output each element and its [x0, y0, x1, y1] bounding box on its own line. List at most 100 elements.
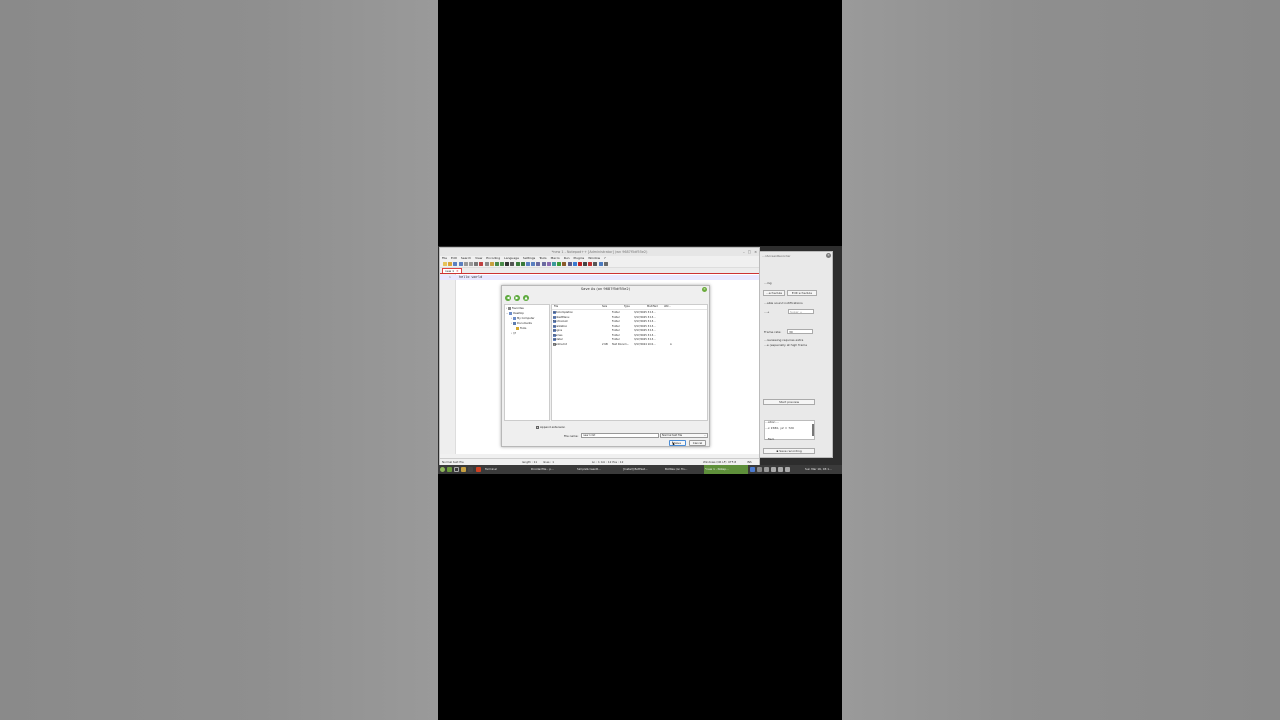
app-launcher-icon[interactable]	[476, 467, 481, 472]
taskbar-item-terminal[interactable]: Terminal	[484, 465, 528, 474]
monitoring-icon[interactable]	[572, 262, 577, 266]
indent-guide-icon[interactable]	[546, 262, 551, 266]
menu-help[interactable]: ?	[604, 256, 606, 261]
start-menu-icon[interactable]	[440, 467, 445, 472]
tree-item-desktop[interactable]: ⌄ Desktop	[506, 312, 524, 315]
cut-icon[interactable]	[479, 262, 484, 266]
tab-close-icon[interactable]: ✕	[456, 269, 459, 273]
minimize-icon[interactable]: –	[743, 250, 745, 254]
run-macro-multiple-icon[interactable]	[593, 262, 598, 266]
save-recording-button[interactable]: ▪ Save recording	[763, 448, 815, 454]
menu-encoding[interactable]: Encoding	[486, 256, 500, 261]
column-size[interactable]: Size	[602, 305, 607, 310]
close-all-icon[interactable]	[468, 262, 473, 266]
copy-icon[interactable]	[484, 262, 489, 266]
notifications-icon[interactable]	[785, 467, 790, 472]
replace-icon[interactable]	[510, 262, 515, 266]
menu-language[interactable]: Language	[504, 256, 519, 261]
launcher-icon[interactable]	[468, 467, 473, 472]
language-icon[interactable]	[551, 262, 556, 266]
print-icon[interactable]	[474, 262, 479, 266]
taskbar-item-droidarifile[interactable]: Droidarifile - p...	[530, 465, 574, 474]
column-modified[interactable]: Modified	[647, 305, 658, 310]
save-all-icon[interactable]	[458, 262, 463, 266]
menu-plugins[interactable]: Plugins	[573, 256, 584, 261]
menu-window[interactable]: Window	[588, 256, 600, 261]
checkmark-icon[interactable]: ✓	[536, 425, 539, 429]
tree-item-documents[interactable]: › Documents	[511, 322, 532, 325]
column-type[interactable]: Type	[624, 305, 630, 310]
expand-arrow-icon[interactable]: ›	[511, 317, 512, 320]
forward-arrow-icon[interactable]: ▶	[514, 295, 520, 301]
show-desktop-icon[interactable]	[447, 467, 452, 472]
chevron-down-icon[interactable]: ⌄	[704, 434, 707, 437]
volume-icon[interactable]	[778, 467, 783, 472]
tab-new-1[interactable]: new 1 ✕	[442, 268, 462, 273]
up-arrow-icon[interactable]: ▲	[523, 295, 529, 301]
terminal-launcher-icon[interactable]	[454, 467, 459, 472]
sound-notifications-checkbox[interactable]: ...able sound notifications	[764, 301, 803, 305]
edit-schedule-button[interactable]: Edit schedule	[787, 290, 817, 296]
menu-macro[interactable]: Macro	[551, 256, 560, 261]
undo-icon[interactable]	[494, 262, 499, 266]
file-type-select[interactable]: Normal text file ⌄	[660, 433, 708, 438]
expand-arrow-icon[interactable]: ›	[511, 332, 512, 335]
save-macro-icon[interactable]	[598, 262, 603, 266]
frame-rate-input[interactable]: 30	[787, 329, 813, 334]
column-file[interactable]: File	[554, 305, 558, 310]
expand-arrow-icon[interactable]: ›	[506, 307, 507, 310]
menu-file[interactable]: File	[442, 256, 447, 261]
sync-vertical-icon[interactable]	[526, 262, 530, 266]
file-row[interactable]: readme.txt 2 KB Text Docum... 3/17/2024 10:…	[552, 342, 707, 348]
back-arrow-icon[interactable]: ◀	[505, 295, 511, 301]
menu-view[interactable]: View	[475, 256, 482, 261]
word-wrap-icon[interactable]	[536, 262, 541, 266]
zoom-out-icon[interactable]	[520, 262, 525, 266]
files-launcher-icon[interactable]	[461, 467, 466, 472]
sync-horizontal-icon[interactable]	[531, 262, 536, 266]
menu-edit[interactable]: Edit	[451, 256, 457, 261]
function-list-icon[interactable]	[562, 262, 567, 266]
play-macro-icon[interactable]	[588, 262, 593, 266]
folder-workspace-icon[interactable]	[567, 262, 572, 266]
taskbar-item-install-bottset[interactable]: [Install] BottSet...	[622, 465, 666, 474]
hotkey-key-select[interactable]: Super +	[788, 309, 814, 314]
append-extension-checkbox[interactable]: ✓ Append extension	[536, 425, 565, 429]
menu-tools[interactable]: Tools	[539, 256, 546, 261]
tree-item-network[interactable]: › \\?	[511, 332, 516, 335]
menu-search[interactable]: Search	[461, 256, 471, 261]
menu-settings[interactable]: Settings	[523, 256, 535, 261]
zoom-in-icon[interactable]	[515, 262, 520, 266]
collapse-arrow-icon[interactable]: ⌄	[506, 312, 508, 315]
record-macro-icon[interactable]	[577, 262, 582, 266]
log-scrollbar[interactable]	[812, 424, 814, 436]
open-file-icon[interactable]	[448, 262, 453, 266]
shield-icon[interactable]	[764, 467, 769, 472]
save-icon[interactable]	[453, 262, 458, 266]
taskbar-item-notepadpp[interactable]: *new 1 - Notep...	[704, 465, 748, 474]
doc-map-icon[interactable]	[557, 262, 562, 266]
paste-icon[interactable]	[489, 262, 494, 266]
close-file-icon[interactable]	[463, 262, 468, 266]
column-attributes[interactable]: Attr...	[664, 305, 671, 310]
schedule-button[interactable]: ...schedule	[763, 290, 785, 296]
tree-item-tools[interactable]: Tools	[516, 327, 526, 330]
maximize-icon[interactable]: □	[748, 250, 751, 254]
show-all-chars-icon[interactable]	[541, 262, 546, 266]
close-icon[interactable]: ×	[754, 250, 757, 254]
editor-text[interactable]: hello world	[459, 275, 482, 279]
tree-item-favorites[interactable]: › Favorites	[506, 307, 524, 310]
spell-check-icon[interactable]	[603, 262, 608, 266]
redo-icon[interactable]	[500, 262, 505, 266]
taskbar-item-simplescreenrecorder[interactable]: SimpleScreenR...	[576, 465, 620, 474]
hotkey-modifier[interactable]: ...+	[764, 310, 769, 314]
taskbar-clock[interactable]: Sun Mar 16, 03:1...	[804, 465, 842, 474]
menu-run[interactable]: Run	[564, 256, 570, 261]
bluetooth-icon[interactable]	[750, 467, 755, 472]
network-icon[interactable]	[771, 467, 776, 472]
new-file-icon[interactable]	[443, 262, 447, 266]
start-preview-button[interactable]: Start preview	[763, 399, 815, 405]
keyboard-layout-icon[interactable]	[757, 467, 762, 472]
stop-macro-icon[interactable]	[583, 262, 588, 266]
dialog-close-icon[interactable]: ✕	[702, 287, 707, 292]
